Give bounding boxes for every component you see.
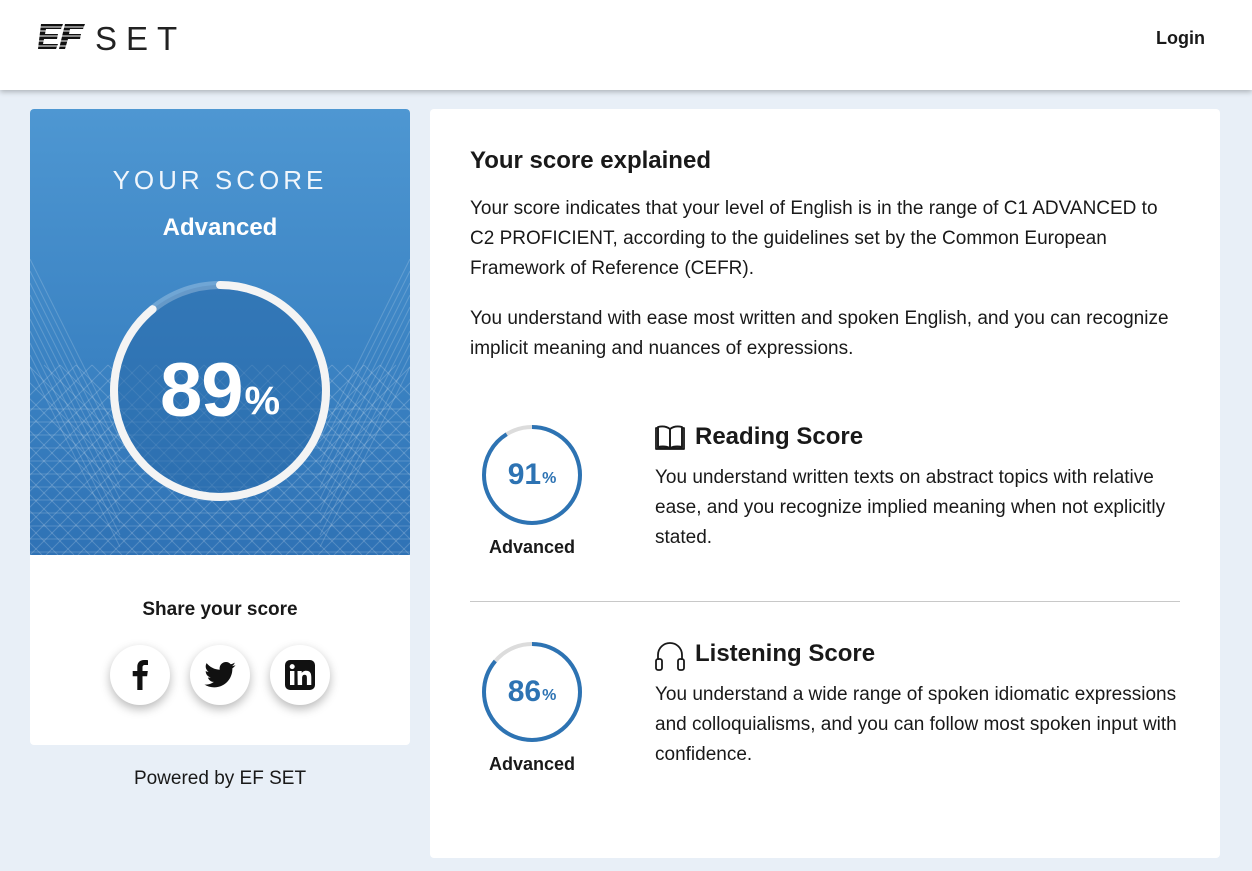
share-heading: Share your score [142,599,298,620]
score-explained-title: Your score explained [470,147,711,174]
reading-score-readout: 91% [480,423,584,527]
twitter-share-button[interactable] [190,645,250,705]
reading-score-description: You understand written texts on abstract… [655,467,1166,548]
linkedin-icon [285,660,315,690]
book-icon [655,425,685,450]
social-share-row [110,645,330,705]
twitter-icon [204,662,236,688]
reading-score-unit: % [542,469,557,487]
listening-score-readout: 86% [480,640,584,744]
listening-score-title: Listening Score [695,640,876,667]
overall-score-unit: % [244,378,281,423]
score-explained-paragraph: You understand with ease most written an… [470,308,1169,359]
reading-score-title: Reading Score [695,423,864,450]
logo-wordmark: SET [95,20,187,57]
your-score-heading: YOUR SCORE [112,165,328,195]
overall-score-readout: 89% [104,275,336,507]
listening-score-description: You understand a wide range of spoken id… [655,684,1177,765]
listening-score-unit: % [542,686,557,704]
listening-score-value: 86 [507,675,542,708]
facebook-icon [132,660,148,690]
listening-level: Advanced [488,754,576,774]
reading-level: Advanced [488,537,576,557]
score-card: YOUR SCORE Advanced 89% Share your score [30,109,410,745]
login-link[interactable]: Login [1156,28,1205,49]
score-explained-paragraph: Your score indicates that your level of … [470,198,1158,279]
linkedin-share-button[interactable] [270,645,330,705]
score-panel: YOUR SCORE Advanced 89% [30,109,410,555]
section-divider [470,601,1180,602]
overall-level: Advanced [162,214,278,241]
top-header: SET Login [0,0,1252,90]
facebook-share-button[interactable] [110,645,170,705]
reading-score-value: 91 [507,458,542,491]
ef-logo-mark-icon [35,24,87,49]
powered-by-label: Powered by EF SET [133,768,307,789]
headphones-icon [655,642,685,671]
overall-score-value: 89 [159,348,244,433]
score-explained-card: Your score explained Your score indicate… [430,109,1220,858]
ef-set-logo[interactable]: SET [35,22,186,56]
